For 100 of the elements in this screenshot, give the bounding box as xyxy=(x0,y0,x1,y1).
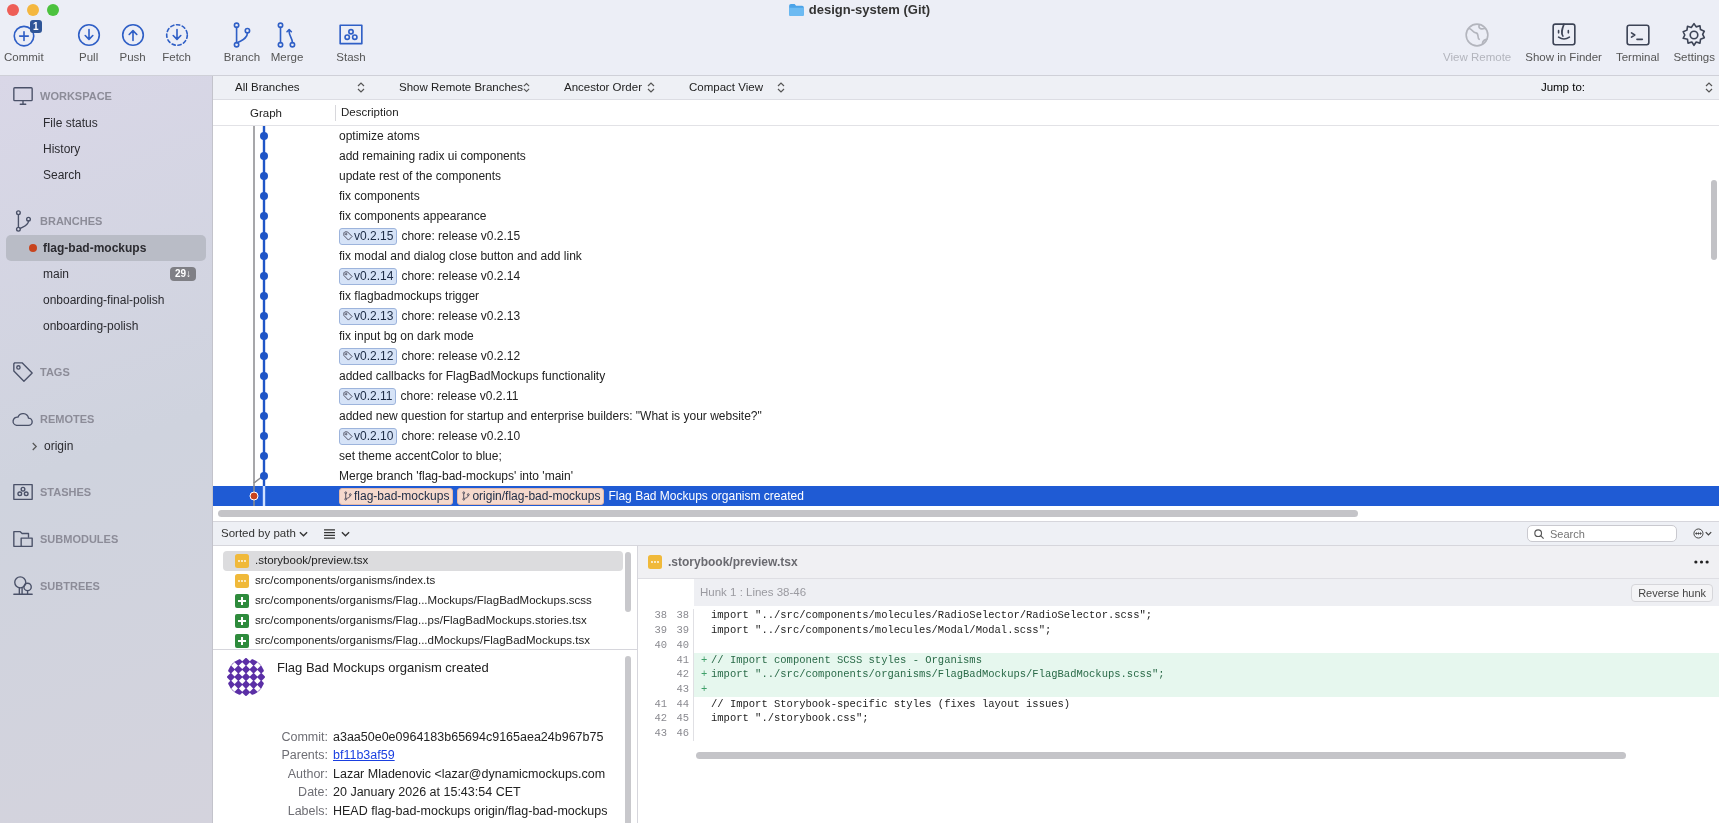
file-row[interactable]: src/components/organisms/Flag...ps/FlagBadMockups.stories.tsx xyxy=(223,611,623,631)
branch-item[interactable]: main 29↓ xyxy=(6,261,206,287)
section-heading: WORKSPACE xyxy=(40,88,112,104)
sort-dropdown[interactable]: Sorted by path xyxy=(221,524,308,543)
line-number: 43 xyxy=(675,681,689,697)
commit-message: Merge branch 'flag-bad-mockups' into 'main' xyxy=(339,468,573,485)
folder-icon xyxy=(788,4,804,16)
section-heading: REMOTES xyxy=(40,411,95,427)
filter-dropdown[interactable]: Compact View xyxy=(683,77,799,98)
scrollbar[interactable] xyxy=(625,552,631,612)
remote-item[interactable]: origin xyxy=(6,433,206,459)
count-badge: 1 xyxy=(30,20,42,33)
commit-message: fix components xyxy=(339,188,420,205)
commit-row[interactable]: v0.2.12 chore: release v0.2.12 xyxy=(213,346,1719,366)
field-label: Author: xyxy=(286,765,329,783)
toolbar-button[interactable]: Settings xyxy=(1669,22,1719,64)
toolbar-button[interactable]: Push xyxy=(111,22,154,64)
scrollbar[interactable] xyxy=(218,510,1358,517)
filter-dropdown[interactable]: All Branches xyxy=(229,77,379,98)
file-row[interactable]: src/components/organisms/index.ts xyxy=(223,571,623,591)
line-number: 41 xyxy=(653,696,667,712)
chevron-down-icon xyxy=(298,530,308,537)
branch-item[interactable]: flag-bad-mockups xyxy=(6,235,206,261)
field-value: 20 January 2026 at 15:43:54 CET xyxy=(333,784,521,802)
tag-label: v0.2.11 xyxy=(339,387,397,405)
file-row[interactable]: src/components/organisms/Flag...Mockups/FlagBadMockups.scss xyxy=(223,591,623,611)
window-control[interactable] xyxy=(27,4,39,16)
toolbar-button[interactable]: Pull xyxy=(67,22,110,64)
commit-row[interactable]: v0.2.10 chore: release v0.2.10 xyxy=(213,426,1719,446)
toolbar-button[interactable]: Show in Finder xyxy=(1521,22,1606,64)
branch-item[interactable]: onboarding-polish xyxy=(6,313,206,339)
file-row[interactable]: src/components/organisms/Flag...dMockups/FlagBadMockups.tsx xyxy=(223,631,623,649)
commit-row[interactable]: v0.2.14 chore: release v0.2.14 xyxy=(213,266,1719,286)
more-options-button[interactable] xyxy=(1693,528,1713,539)
commit-row[interactable]: fix components xyxy=(213,186,1719,206)
commit-row[interactable]: v0.2.11 chore: release v0.2.11 xyxy=(213,386,1719,406)
commit-row[interactable]: fix modal and dialog close button and add link xyxy=(213,246,1719,266)
line-number: 39 xyxy=(675,623,689,639)
toolbar-button[interactable]: Stash xyxy=(330,22,373,64)
field-value: Lazar Mladenovic <lazar@dynamicmockups.com xyxy=(333,765,606,783)
settings-icon xyxy=(1681,22,1708,48)
commit-message: optimize atoms xyxy=(339,128,420,145)
more-options-button[interactable] xyxy=(1694,560,1709,564)
code-line: import "./storybook.css"; xyxy=(711,711,869,727)
tag-label: v0.2.14 xyxy=(339,267,398,285)
parent-commit-link[interactable]: bf11b3af59 xyxy=(333,748,395,763)
commit-row[interactable]: fix components appearance xyxy=(213,206,1719,226)
commit-row[interactable]: v0.2.13 chore: release v0.2.13 xyxy=(213,306,1719,326)
filter-dropdown[interactable]: Ancestor Order xyxy=(558,77,669,98)
toolbar-button[interactable]: Commit 1 xyxy=(0,22,48,64)
search-field[interactable]: Search xyxy=(1527,525,1677,542)
download-icon xyxy=(75,22,102,48)
scrollbar[interactable] xyxy=(625,656,631,823)
toolbar-button[interactable]: Branch xyxy=(219,22,265,64)
tag-label: v0.2.15 xyxy=(339,227,398,245)
finder-icon xyxy=(1550,22,1577,48)
window-title: design-system (Git) xyxy=(808,1,931,20)
commit-row[interactable]: flag-bad-mockups origin/flag-bad-mockups Flag Bad Mockups organism created xyxy=(213,486,1719,506)
commit-row[interactable]: fix input bg on dark mode xyxy=(213,326,1719,346)
sidebar-item[interactable]: Search xyxy=(6,162,206,188)
search-icon xyxy=(1534,529,1544,539)
field-value: a3aa50e0e0964183b65694c9165aea24b967b75 xyxy=(333,728,604,746)
commit-row[interactable]: added callbacks for FlagBadMockups functionality xyxy=(213,366,1719,386)
field-value: HEAD flag-bad-mockups origin/flag-bad-mockups xyxy=(333,802,608,820)
sidebar-item[interactable]: History xyxy=(6,136,206,162)
toolbar-button[interactable]: Terminal xyxy=(1611,22,1664,64)
reverse-hunk-button[interactable]: Reverse hunk xyxy=(1631,583,1713,602)
code-line: // Import Storybook-specific styles (fixes layout issues) xyxy=(711,696,1071,712)
commit-row[interactable]: update rest of the components xyxy=(213,166,1719,186)
branch-icon xyxy=(461,491,472,501)
branch-item[interactable]: onboarding-final-polish xyxy=(6,287,206,313)
jump-to-dropdown[interactable]: Jump to: xyxy=(1534,77,1719,98)
tag-label: v0.2.10 xyxy=(339,427,398,445)
branch-label: flag-bad-mockups xyxy=(339,487,454,505)
sidebar-item[interactable]: File status xyxy=(6,110,206,136)
scrollbar[interactable] xyxy=(696,751,1626,759)
commit-row[interactable]: add remaining radix ui components xyxy=(213,146,1719,166)
branch-label: origin/flag-bad-mockups xyxy=(457,487,605,505)
toolbar-button[interactable]: Fetch xyxy=(155,22,198,64)
commit-row[interactable]: v0.2.15 chore: release v0.2.15 xyxy=(213,226,1719,246)
commit-row[interactable]: Merge branch 'flag-bad-mockups' into 'main' xyxy=(213,466,1719,486)
commit-row[interactable]: added new question for startup and enterprise builders: "What is your website?" xyxy=(213,406,1719,426)
globe-icon xyxy=(1464,22,1491,48)
file-row[interactable]: .storybook/preview.tsx xyxy=(223,551,623,571)
diff-marker: + xyxy=(700,681,707,697)
line-number: 41 xyxy=(675,652,689,668)
window-control[interactable] xyxy=(47,4,59,16)
chevron-right-icon[interactable] xyxy=(31,441,38,451)
commit-row[interactable]: optimize atoms xyxy=(213,126,1719,146)
window-control[interactable] xyxy=(7,4,19,16)
field-label: Labels: xyxy=(286,802,329,820)
toolbar-button[interactable]: Merge xyxy=(266,22,309,64)
view-mode-dropdown[interactable] xyxy=(323,528,350,539)
commit-row[interactable]: set theme accentColor to blue; xyxy=(213,446,1719,466)
column-header: Description xyxy=(340,104,399,120)
commit-row[interactable]: fix flagbadmockups trigger xyxy=(213,286,1719,306)
tag-icon xyxy=(343,231,353,241)
filter-dropdown[interactable]: Show Remote Branches xyxy=(393,77,544,98)
scrollbar[interactable] xyxy=(1711,180,1717,260)
avatar-icon xyxy=(227,658,265,696)
